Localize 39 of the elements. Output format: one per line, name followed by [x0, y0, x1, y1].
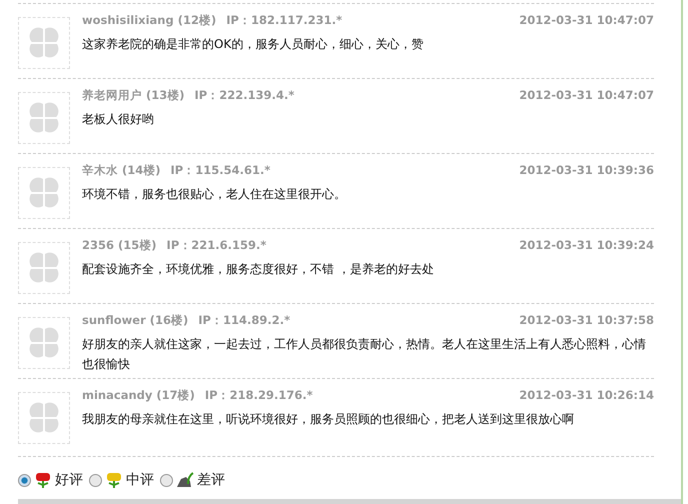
comment-text: 配套设施齐全，环境优雅，服务态度很好，不错 ，是养老的好去处 — [82, 261, 435, 278]
avatar-icon — [18, 167, 70, 219]
avatar-icon — [18, 17, 70, 69]
rock-icon — [176, 472, 194, 488]
comment-text: 好朋友的亲人就住这家，一起去过，工作人员都很负责耐心，热情。老人在这里生活上有人悉心照料，心情也很愉快 — [82, 336, 647, 373]
username[interactable]: 2356 (15楼) — [82, 238, 157, 253]
radio-button[interactable] — [160, 474, 173, 486]
rating-label[interactable]: 中评 — [126, 471, 154, 489]
ip-address: IP：218.29.176.* — [204, 388, 313, 403]
timestamp: 2012-03-31 10:47:07 — [519, 13, 654, 27]
timestamp: 2012-03-31 10:39:24 — [519, 238, 654, 252]
flower-icon — [34, 472, 52, 488]
timestamp: 2012-03-31 10:26:14 — [519, 388, 654, 402]
username[interactable]: 辛木水 (14楼) — [82, 163, 161, 178]
comment-text: 环境不错，服务也很贴心，老人住在这里很开心。 — [82, 186, 347, 203]
flower-icon — [105, 472, 123, 488]
ip-address: IP：182.117.231.* — [226, 13, 342, 28]
timestamp: 2012-03-31 10:37:58 — [519, 313, 654, 327]
avatar-icon — [18, 242, 70, 294]
username[interactable]: woshisilixiang (12楼) — [82, 13, 216, 28]
ip-address: IP：222.139.4.* — [194, 88, 294, 103]
ip-address: IP：221.6.159.* — [166, 238, 266, 253]
comment-text: 这家养老院的确是非常的OK的，服务人员耐心，细心，关心，赞 — [82, 36, 424, 53]
avatar-icon — [18, 392, 70, 444]
timestamp: 2012-03-31 10:39:36 — [519, 163, 654, 177]
avatar-icon — [18, 92, 70, 144]
avatar-icon — [18, 317, 70, 369]
rating-label[interactable]: 好评 — [55, 471, 83, 489]
username[interactable]: sunflower (16楼) — [82, 313, 188, 328]
timestamp: 2012-03-31 10:47:07 — [519, 88, 654, 102]
comment-text: 我朋友的母亲就住在这里，听说环境很好，服务员照顾的也很细心，把老人送到这里很放心啊 — [82, 411, 575, 428]
radio-button[interactable] — [89, 474, 102, 486]
rating-label[interactable]: 差评 — [197, 471, 225, 489]
comment-text: 老板人很好哟 — [82, 111, 155, 128]
ip-address: IP：114.89.2.* — [198, 313, 290, 328]
radio-button[interactable] — [18, 474, 31, 486]
username[interactable]: 养老网用户 (13楼) — [82, 88, 185, 103]
ip-address: IP：115.54.61.* — [170, 163, 270, 178]
username[interactable]: minacandy (17楼) — [82, 388, 195, 403]
